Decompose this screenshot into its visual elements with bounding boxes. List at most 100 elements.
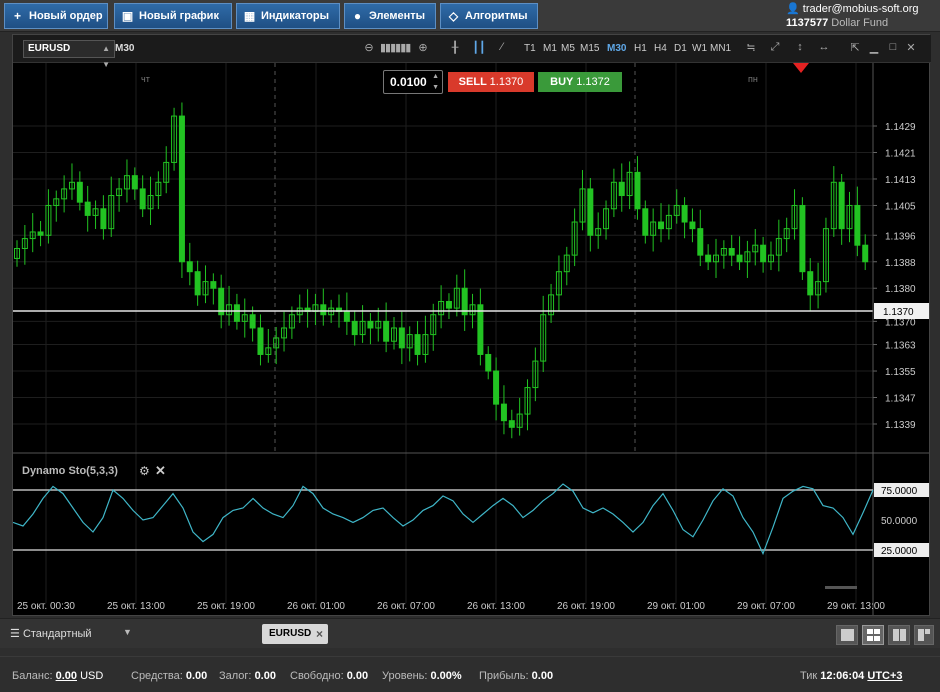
tf-w1[interactable]: W1	[692, 43, 707, 54]
new-chart-button[interactable]: ▣ Новый график	[114, 3, 232, 29]
tick-time: Тик 12:06:04 UTC+3	[800, 670, 903, 682]
sell-button[interactable]: SELL 1.1370	[448, 72, 534, 92]
symbol-select[interactable]: EURUSD ▲ ▼	[23, 40, 115, 69]
horizontal-scrollbar[interactable]	[825, 586, 857, 589]
candle-body	[728, 248, 735, 256]
balance: Баланс: 0.00 USD	[12, 670, 103, 682]
candle-body	[100, 208, 107, 230]
account-info[interactable]: 👤 trader@mobius-soft.org 1137577 Dollar …	[786, 2, 934, 30]
layout-select-value: Стандартный	[22, 628, 92, 640]
chevron-down-icon[interactable]: ▼	[123, 627, 132, 637]
horizontal-resize-icon[interactable]: ↔	[817, 41, 831, 53]
sell-price: 1.1370	[489, 76, 524, 88]
tf-h4[interactable]: H4	[654, 43, 667, 54]
margin-level: Уровень: 0.00%	[382, 670, 462, 682]
new-order-button[interactable]: + Новый ордер	[4, 3, 108, 29]
level-text-75: 75.0000	[881, 486, 918, 497]
equity-label: Средства:	[131, 670, 183, 682]
plus-icon: +	[13, 9, 21, 23]
chart-window-icon: ▣	[121, 9, 134, 23]
time-tick-label: 26 окт. 19:00	[557, 601, 615, 612]
vertical-resize-icon[interactable]: ↕	[793, 41, 807, 53]
buy-price: 1.1372	[576, 76, 610, 88]
candle-body	[485, 353, 492, 372]
candle-body	[194, 271, 201, 296]
balance-label: Баланс:	[12, 670, 53, 682]
tf-t1[interactable]: T1	[524, 43, 536, 54]
maximize-icon[interactable]: □	[886, 41, 900, 53]
single-icon	[841, 629, 854, 641]
price-tick-label: 1.1421	[885, 148, 916, 159]
tf-m1[interactable]: M1	[543, 43, 557, 54]
candle-body	[658, 221, 665, 230]
minimize-icon[interactable]: ▁	[867, 41, 881, 54]
candle-body	[681, 204, 688, 223]
fit-icon[interactable]: ≒	[744, 41, 758, 54]
close-icon[interactable]: ✕	[904, 41, 918, 54]
candle-body	[186, 261, 193, 273]
layout-split-button[interactable]	[914, 625, 934, 645]
tf-h1[interactable]: H1	[634, 43, 647, 54]
line-chart-icon[interactable]: ⁄	[495, 41, 509, 53]
candle-body	[705, 254, 712, 263]
zoom-out-icon[interactable]: ⊖	[362, 41, 376, 54]
layout-single-button[interactable]	[836, 625, 858, 645]
candle-body	[736, 254, 743, 263]
layout-columns-button[interactable]	[888, 625, 910, 645]
popout-icon[interactable]: ⇱	[848, 41, 862, 54]
indicators-icon: ▦	[243, 9, 256, 23]
algorithms-button[interactable]: ◇ Алгоритмы	[440, 3, 538, 29]
time-tick-label: 29 окт. 01:00	[647, 601, 705, 612]
tf-m30[interactable]: M30	[607, 43, 626, 54]
candle-body	[84, 201, 91, 216]
candle-body	[799, 204, 806, 273]
bar-chart-icon[interactable]: ╂	[448, 41, 462, 54]
close-indicator-icon[interactable]: ✕	[155, 463, 166, 479]
elements-button[interactable]: ● Элементы	[344, 3, 436, 29]
price-tick-label: 1.1363	[885, 341, 916, 352]
gear-icon[interactable]: ⚙	[139, 464, 150, 478]
candle-body	[477, 304, 484, 355]
timezone[interactable]: UTC+3	[867, 670, 902, 682]
tf-mn1[interactable]: MN1	[710, 43, 731, 54]
price-tick-label: 1.1380	[885, 284, 916, 295]
layout-grid-button[interactable]	[862, 625, 884, 645]
tab-strip: ☰ Стандартный ▼ EURUSD ×	[0, 618, 940, 648]
spinner-icon[interactable]: ▲ ▼	[432, 71, 439, 93]
current-price-text: 1.1370	[883, 307, 914, 318]
price-axis: 1.1429 1.1421 1.1413 1.1405 1.1396 1.1388 1.13…	[872, 63, 916, 615]
candle-body	[76, 181, 83, 203]
chart-plot[interactable]: чт пн 1.1429 1.1421 1.1413 1.1405 1.1396 1.13…	[13, 63, 929, 615]
new-order-label: Новый ордер	[29, 10, 103, 22]
close-tab-icon[interactable]: ×	[316, 624, 323, 644]
time-tick-label: 26 окт. 07:00	[377, 601, 435, 612]
buy-button[interactable]: BUY 1.1372	[538, 72, 622, 92]
tick-time-value: 12:06:04	[820, 670, 865, 682]
candle-body	[445, 300, 452, 309]
zoom-in-icon[interactable]: ⊕	[416, 41, 430, 54]
menu-icon: ☰	[10, 628, 20, 640]
layout-select[interactable]: ☰ Стандартный	[10, 627, 92, 640]
tf-m5[interactable]: M5	[561, 43, 575, 54]
time-tick-label: 25 окт. 13:00	[107, 601, 165, 612]
tf-m15[interactable]: M15	[580, 43, 599, 54]
candle-body	[587, 188, 594, 236]
indicators-button[interactable]: ▦ Индикаторы	[236, 3, 340, 29]
tab-eurusd[interactable]: EURUSD ×	[262, 624, 328, 644]
account-number: 1137577	[786, 17, 829, 29]
candlestick-icon[interactable]: ┃┃	[472, 41, 486, 54]
scroll-marker-icon[interactable]	[793, 63, 809, 73]
level-text-25: 25.0000	[881, 546, 918, 557]
time-tick-label: 29 окт. 07:00	[737, 601, 795, 612]
candle-body	[493, 370, 500, 405]
candle-body	[760, 244, 767, 263]
tf-d1[interactable]: D1	[674, 43, 687, 54]
lot-size-input[interactable]: 0.0100 ▲ ▼	[383, 70, 443, 94]
status-bar: Баланс: 0.00 USD Средства: 0.00 Залог: 0…	[0, 656, 940, 692]
grid	[13, 63, 873, 603]
diagonal-resize-icon[interactable]: ⤢	[768, 41, 782, 54]
day-label-mon: пн	[748, 74, 758, 84]
symbol-select-value: EURUSD	[28, 43, 71, 54]
price-tick-label: 1.1370	[885, 317, 916, 328]
zoom-slider[interactable]: ▮▮▮▮▮▮	[380, 41, 411, 54]
